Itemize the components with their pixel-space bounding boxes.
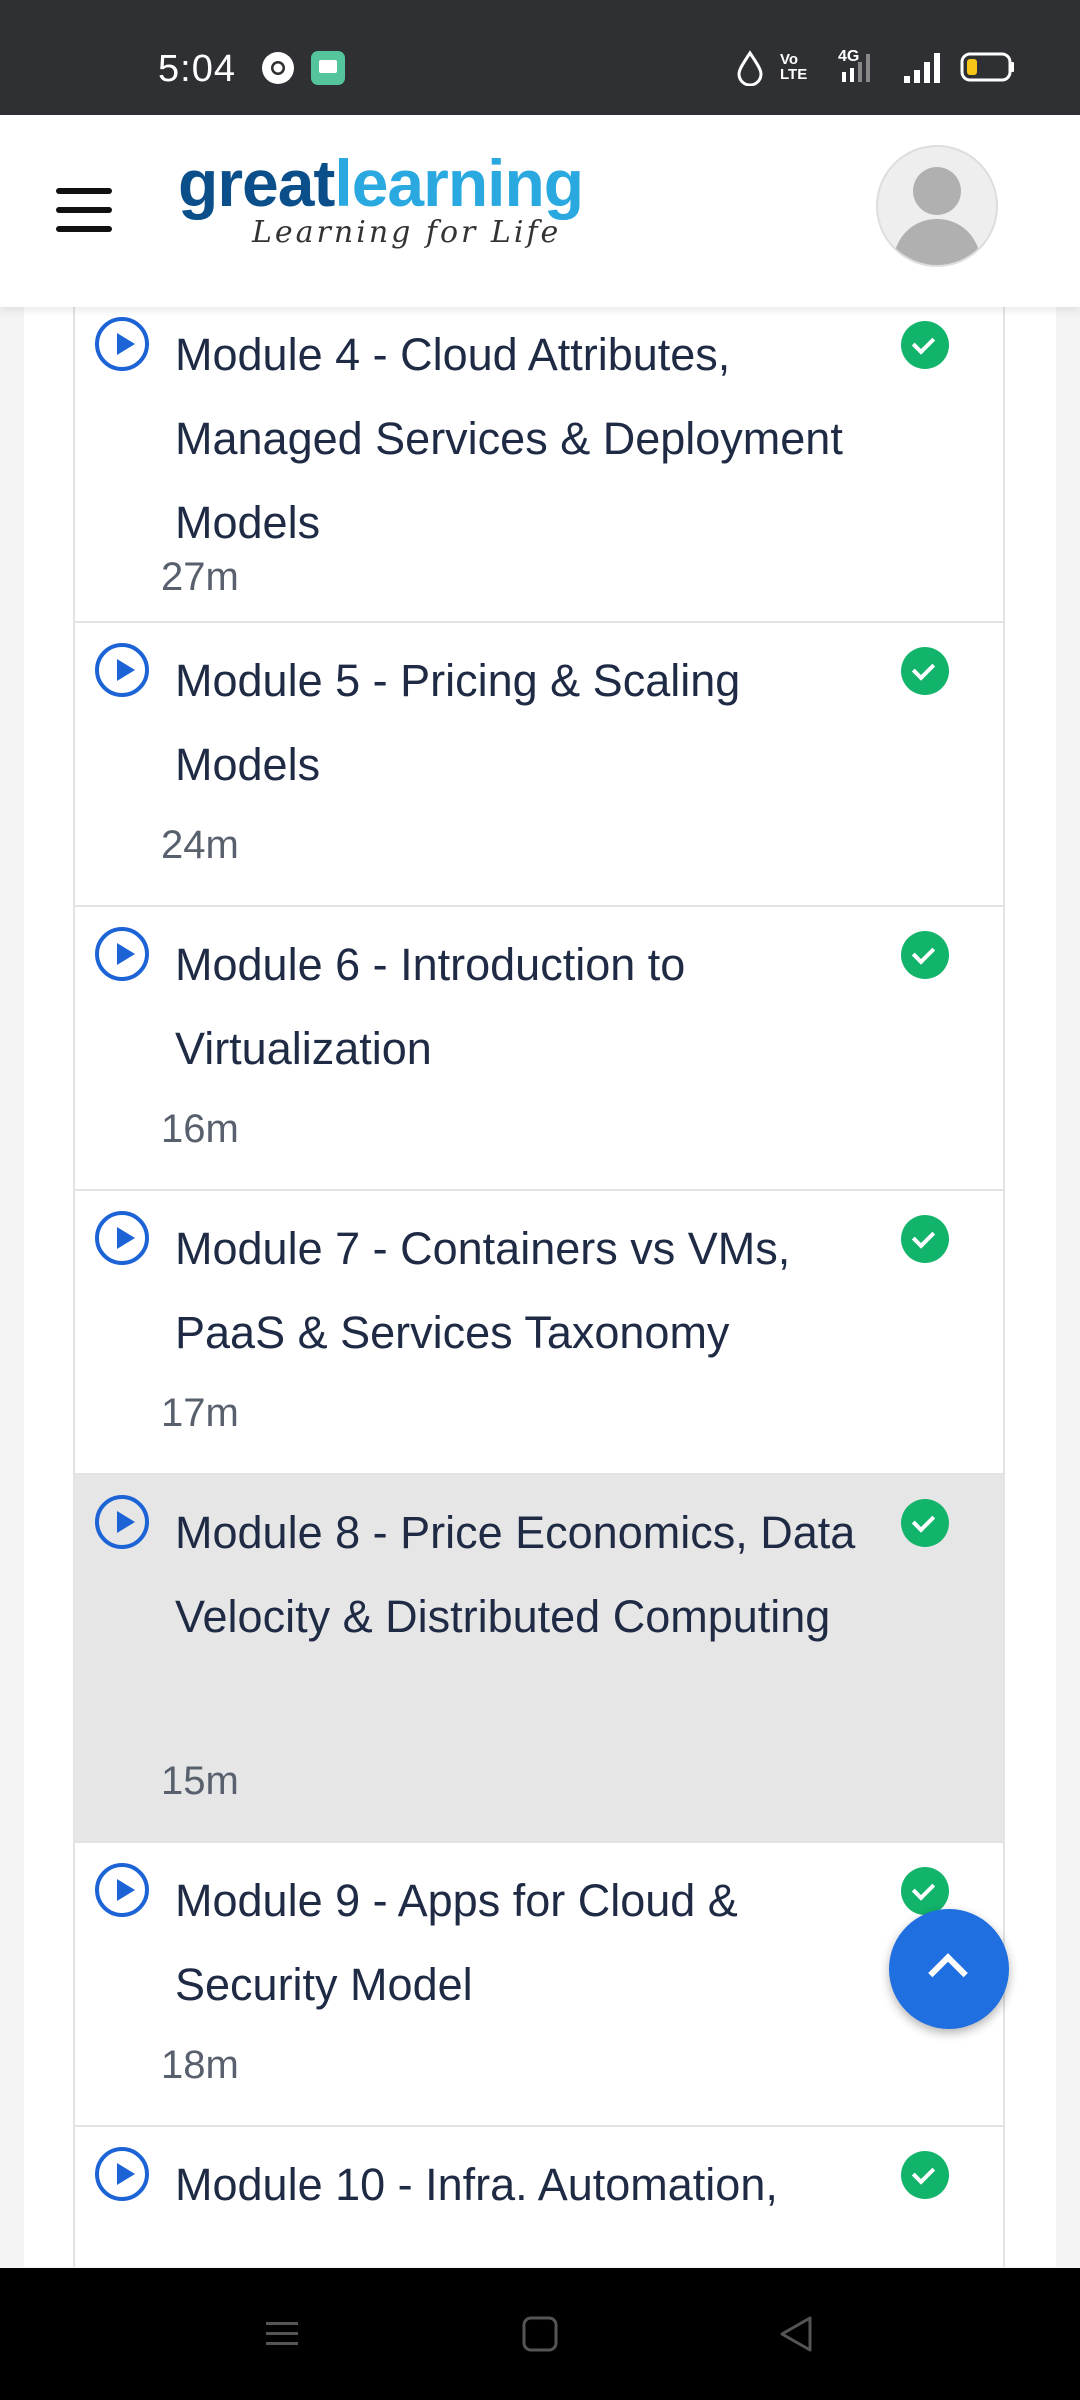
completed-check-icon (901, 1867, 949, 1915)
module-title[interactable]: Module 8 - Price Economics, Data Velocit… (175, 1491, 875, 1659)
play-icon[interactable] (95, 927, 149, 981)
module-duration: 18m (161, 2043, 239, 2087)
volte-icon: Vo LTE (780, 52, 818, 82)
list-item-module-7[interactable]: Module 7 - Containers vs VMs, PaaS & Ser… (73, 1191, 1005, 1475)
play-icon[interactable] (95, 1863, 149, 1917)
module-title[interactable]: Module 10 - Infra. Automation, (175, 2143, 875, 2227)
module-duration: 16m (161, 1107, 239, 1151)
completed-check-icon (901, 647, 949, 695)
logo-part-great: great (178, 146, 335, 220)
logo-part-learning: learning (334, 146, 584, 220)
list-item-module-6[interactable]: Module 6 - Introduction to Virtualizatio… (73, 907, 1005, 1191)
status-time: 5:04 (158, 48, 236, 90)
module-title[interactable]: Module 5 - Pricing & Scaling Models (175, 639, 875, 807)
completed-check-icon (901, 2151, 949, 2199)
avatar-person-icon (892, 167, 982, 265)
completed-check-icon (901, 321, 949, 369)
module-title[interactable]: Module 9 - Apps for Cloud & Security Mod… (175, 1859, 875, 2027)
app-header: greatlearning Learning for Life (0, 115, 1080, 307)
recent-apps-icon[interactable] (262, 2314, 302, 2354)
data-saver-icon (737, 50, 763, 86)
module-duration: 15m (161, 1759, 239, 1803)
logo-tagline: Learning for Life (252, 215, 562, 250)
hamburger-menu-icon[interactable] (56, 188, 112, 232)
play-icon[interactable] (95, 317, 149, 371)
module-title[interactable]: Module 6 - Introduction to Virtualizatio… (175, 923, 875, 1091)
module-title[interactable]: Module 7 - Containers vs VMs, PaaS & Ser… (175, 1207, 875, 1375)
navigation-bar (0, 2268, 1080, 2400)
4g-signal-icon: 4G (832, 48, 882, 84)
list-item-module-8[interactable]: Module 8 - Price Economics, Data Velocit… (73, 1475, 1005, 1843)
module-list: Module 4 - Cloud Attributes, Managed Ser… (73, 307, 1005, 2267)
play-icon[interactable] (95, 643, 149, 697)
module-duration: 27m (161, 555, 239, 599)
play-icon[interactable] (95, 1495, 149, 1549)
list-item-module-10[interactable]: Module 10 - Infra. Automation, (73, 2127, 1005, 2267)
list-item-module-4[interactable]: Module 4 - Cloud Attributes, Managed Ser… (73, 307, 1005, 623)
module-title[interactable]: Module 4 - Cloud Attributes, Managed Ser… (175, 313, 875, 565)
module-duration: 17m (161, 1391, 239, 1435)
scroll-to-top-button[interactable] (889, 1909, 1009, 2029)
module-duration: 24m (161, 823, 239, 867)
user-avatar[interactable] (876, 145, 998, 267)
completed-check-icon (901, 931, 949, 979)
play-icon[interactable] (95, 1211, 149, 1265)
greatlearning-logo[interactable]: greatlearning Learning for Life (178, 145, 584, 250)
chrome-icon (262, 52, 294, 84)
status-bar: 5:04 Vo LTE 4G (0, 0, 1080, 115)
volte-label: Vo LTE (780, 51, 808, 83)
completed-check-icon (901, 1215, 949, 1263)
signal-icon (904, 53, 940, 83)
list-item-module-5[interactable]: Module 5 - Pricing & Scaling Models 24m (73, 623, 1005, 907)
list-item-module-9[interactable]: Module 9 - Apps for Cloud & Security Mod… (73, 1843, 1005, 2127)
message-icon (311, 51, 345, 85)
play-icon[interactable] (95, 2147, 149, 2201)
back-icon[interactable] (776, 2314, 816, 2354)
battery-icon (960, 52, 1014, 82)
home-icon[interactable] (520, 2314, 560, 2354)
completed-check-icon (901, 1499, 949, 1547)
